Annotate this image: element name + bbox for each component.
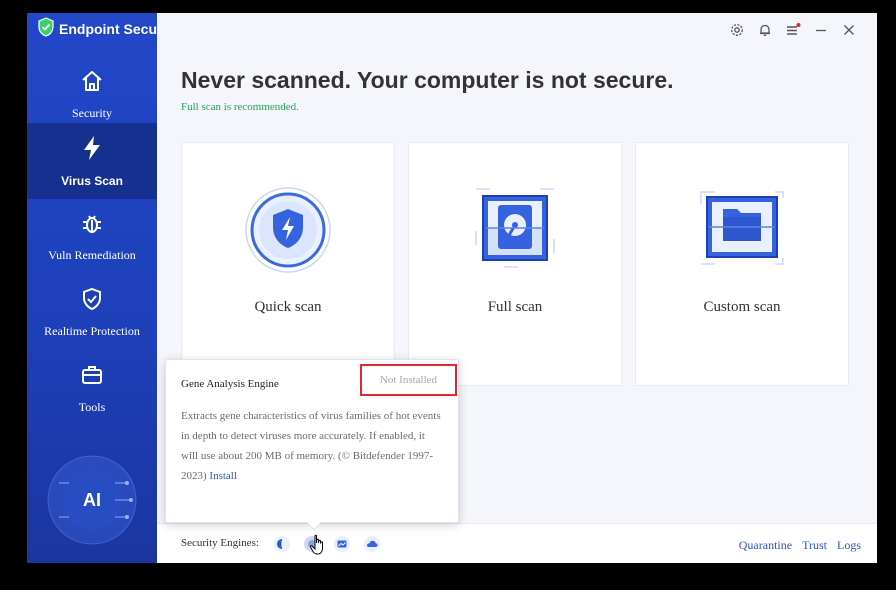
sidebar-item-label: Tools [78, 400, 106, 414]
status-bar: Security Engines: Quarantine Trust Logs [157, 523, 877, 563]
sidebar-item-label: Realtime Protection [44, 324, 140, 338]
full-scan-card[interactable]: Full scan [408, 142, 622, 386]
app-title: Endpoint Secure [59, 21, 171, 37]
sidebar-item-security[interactable]: Security [27, 57, 157, 133]
bell-icon[interactable] [757, 21, 773, 39]
sidebar-item-tools[interactable]: Tools [27, 351, 157, 427]
ai-badge: AI [45, 453, 139, 547]
tooltip-title: Gene Analysis Engine [181, 378, 279, 390]
sidebar-item-virus-scan[interactable]: Virus Scan [27, 123, 157, 199]
lightning-icon [80, 135, 104, 166]
install-link[interactable]: Install [209, 470, 237, 482]
page-subtitle: Full scan is recommended. [181, 101, 299, 113]
brand: Endpoint Secure [27, 13, 170, 45]
toolbox-icon [80, 363, 104, 392]
bug-icon [80, 211, 104, 240]
quick-scan-card[interactable]: Quick scan [181, 142, 395, 386]
custom-scan-label: Custom scan [703, 299, 781, 315]
window-controls [729, 21, 857, 39]
sidebar-item-realtime-protection[interactable]: Realtime Protection [27, 275, 157, 351]
engine-image-icon[interactable] [334, 536, 350, 552]
quick-scan-label: Quick scan [254, 299, 322, 315]
footer-links: Quarantine Trust Logs [739, 538, 861, 553]
hand-cursor-icon [309, 534, 327, 561]
security-engines-label: Security Engines: [181, 537, 259, 549]
engine-cloud-icon[interactable] [364, 536, 380, 552]
minimize-icon[interactable] [813, 21, 829, 39]
engine-bitdefender-icon[interactable] [274, 536, 290, 552]
custom-scan-card[interactable]: Custom scan [635, 142, 849, 386]
ai-label: AI [83, 489, 101, 510]
notification-dot [796, 23, 801, 27]
sidebar-item-vuln-remediation[interactable]: Vuln Remediation [27, 199, 157, 275]
custom-scan-icon [695, 187, 789, 274]
tooltip-description: Extracts gene characteristics of virus f… [181, 406, 443, 486]
full-scan-label: Full scan [487, 299, 543, 315]
quick-scan-icon [241, 187, 335, 286]
close-icon[interactable] [841, 21, 857, 39]
home-icon [80, 69, 104, 98]
logs-link[interactable]: Logs [837, 538, 861, 553]
trust-link[interactable]: Trust [802, 538, 827, 553]
sidebar-item-label: Security [72, 106, 112, 120]
shield-check-icon [80, 287, 104, 316]
page-title: Never scanned. Your computer is not secu… [181, 67, 674, 93]
shield-logo-icon [37, 16, 55, 42]
menu-icon[interactable] [785, 21, 801, 39]
gear-icon[interactable] [729, 21, 745, 39]
sidebar-item-label: Virus Scan [61, 173, 123, 188]
install-status-badge: Not Installed [360, 364, 457, 396]
full-scan-icon [474, 187, 556, 274]
engine-tooltip: Gene Analysis Engine Not Installed Extra… [165, 359, 459, 531]
quarantine-link[interactable]: Quarantine [739, 538, 792, 553]
sidebar: Endpoint Secure Security Virus Scan Vuln… [27, 13, 170, 563]
sidebar-item-label: Vuln Remediation [48, 248, 136, 262]
